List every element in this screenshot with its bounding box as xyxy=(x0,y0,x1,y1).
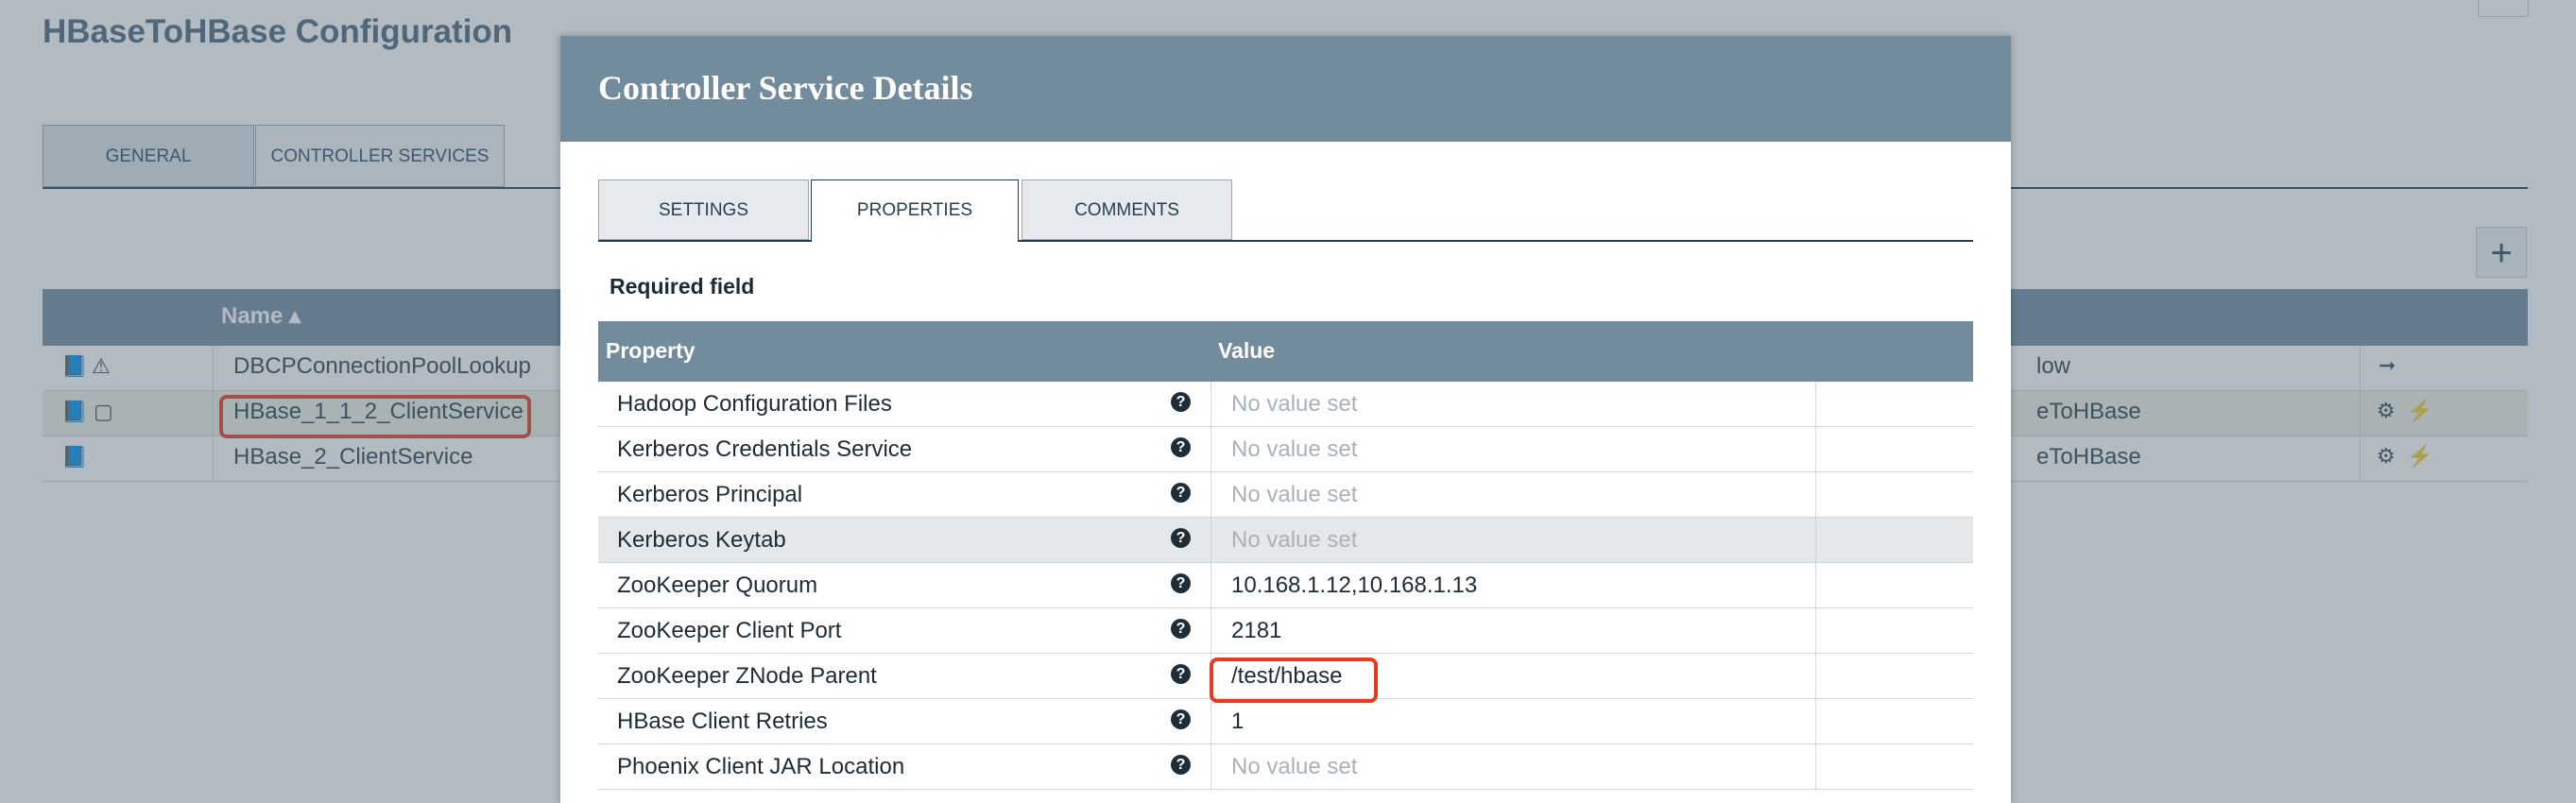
column-divider xyxy=(1815,699,1816,744)
property-value[interactable]: 2181 xyxy=(1231,618,1281,644)
properties-table-header: Property Value xyxy=(598,321,1973,382)
property-row[interactable]: Phoenix Client JAR Location ? No value s… xyxy=(598,744,1973,790)
property-column-header: Property xyxy=(606,338,696,363)
property-value[interactable]: No value set xyxy=(1231,527,1357,554)
dialog-header: Controller Service Details xyxy=(560,36,2011,142)
property-value[interactable]: No value set xyxy=(1231,482,1357,508)
property-row[interactable]: ZooKeeper Client Port ? 2181 xyxy=(598,608,1973,654)
property-name: ZooKeeper ZNode Parent xyxy=(617,663,877,689)
column-divider xyxy=(1815,563,1816,608)
property-name: ZooKeeper Quorum xyxy=(617,572,818,598)
active-tab-gap xyxy=(812,238,1018,242)
column-divider xyxy=(1815,608,1816,654)
property-name: Kerberos Keytab xyxy=(617,527,786,553)
value-column-header: Value xyxy=(1218,338,1276,363)
help-icon[interactable]: ? xyxy=(1171,528,1191,548)
tab-comments[interactable]: COMMENTS xyxy=(1022,179,1232,240)
property-name: HBase Client Retries xyxy=(617,709,828,734)
property-row[interactable]: Hadoop Configuration Files ? No value se… xyxy=(598,382,1973,427)
property-row[interactable]: HBase Client Retries ? 1 xyxy=(598,699,1973,744)
property-value[interactable]: 1 xyxy=(1231,709,1244,735)
controller-service-details-dialog: Controller Service Details SETTINGS PROP… xyxy=(560,36,2011,803)
property-value[interactable]: 10.168.1.12,10.168.1.13 xyxy=(1231,572,1477,599)
highlight-box-znode xyxy=(1210,658,1378,703)
help-icon[interactable]: ? xyxy=(1171,755,1191,775)
help-icon[interactable]: ? xyxy=(1171,573,1191,593)
property-value[interactable]: No value set xyxy=(1231,391,1357,418)
tab-properties[interactable]: PROPERTIES xyxy=(811,179,1019,242)
property-name: Phoenix Client JAR Location xyxy=(617,754,905,779)
property-name: Kerberos Credentials Service xyxy=(617,436,913,462)
column-divider xyxy=(1815,382,1816,427)
column-divider xyxy=(1815,744,1816,790)
property-row[interactable]: Kerberos Keytab ? No value set xyxy=(598,518,1973,563)
help-icon[interactable]: ? xyxy=(1171,619,1191,639)
help-icon[interactable]: ? xyxy=(1171,664,1191,684)
property-value[interactable]: No value set xyxy=(1231,754,1357,780)
required-field-label: Required field xyxy=(610,274,755,299)
help-icon[interactable]: ? xyxy=(1171,483,1191,503)
tab-underline xyxy=(598,240,1973,242)
property-row[interactable]: Kerberos Principal ? No value set xyxy=(598,472,1973,518)
column-divider xyxy=(1815,427,1816,472)
property-name: ZooKeeper Client Port xyxy=(617,618,842,643)
help-icon[interactable]: ? xyxy=(1171,392,1191,412)
column-divider xyxy=(1815,518,1816,563)
dialog-title: Controller Service Details xyxy=(598,69,973,107)
property-row[interactable]: ZooKeeper Quorum ? 10.168.1.12,10.168.1.… xyxy=(598,563,1973,608)
property-value[interactable]: No value set xyxy=(1231,436,1357,463)
property-row[interactable]: Kerberos Credentials Service ? No value … xyxy=(598,427,1973,472)
tab-settings[interactable]: SETTINGS xyxy=(598,179,809,240)
help-icon[interactable]: ? xyxy=(1171,709,1191,729)
column-divider xyxy=(1815,654,1816,699)
property-name: Hadoop Configuration Files xyxy=(617,391,892,417)
column-divider xyxy=(1815,472,1816,518)
property-name: Kerberos Principal xyxy=(617,482,803,507)
help-icon[interactable]: ? xyxy=(1171,437,1191,457)
